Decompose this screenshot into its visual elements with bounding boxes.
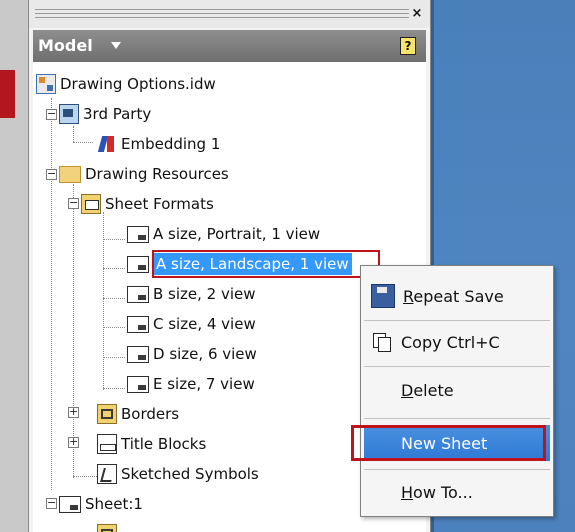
sheet-format-icon (127, 375, 149, 393)
tree-connector (103, 327, 125, 328)
tree-node-label: Borders (121, 405, 180, 423)
menu-item-repeat-save[interactable]: Repeat Save (364, 278, 550, 314)
help-icon[interactable]: ? (400, 37, 416, 55)
chevron-down-icon[interactable] (111, 42, 121, 49)
tree-node-sheet[interactable]: Sheet:1 (59, 490, 143, 518)
menu-item-delete[interactable]: Delete (364, 372, 550, 408)
menu-highlight-outline (351, 425, 546, 461)
grip-line (35, 13, 409, 14)
red-marker (0, 70, 15, 118)
tree-node-label: Drawing Resources (85, 165, 229, 183)
menu-label-rest: elete (413, 380, 454, 400)
tree-connector (103, 239, 125, 240)
tree-node-sheet-formats[interactable]: Sheet Formats (81, 190, 214, 218)
expand-toggle[interactable]: + (68, 406, 79, 418)
tree-node-label: E size, 7 view (153, 375, 255, 393)
sketched-symbol-icon (97, 464, 117, 484)
tree-node-label: A size, Portrait, 1 view (153, 225, 321, 243)
sheet-formats-icon (81, 194, 101, 214)
browser-title[interactable]: Model (38, 36, 93, 55)
grip-line (35, 17, 409, 18)
tree-node-sheet-format[interactable]: B size, 2 view (127, 280, 256, 308)
tree-node-label: Sketched Symbols (121, 465, 259, 483)
menu-separator (364, 320, 550, 321)
context-menu: Repeat Save Copy Ctrl+C Delete New Sheet… (351, 265, 554, 517)
tree-connector (103, 268, 125, 269)
menu-item-copy[interactable]: Copy Ctrl+C (364, 324, 550, 360)
menu-separator (364, 366, 550, 367)
sheet-child-icon (97, 524, 117, 532)
tree-node-partial[interactable] (97, 520, 117, 532)
collapse-toggle[interactable]: − (46, 168, 57, 180)
menu-mnemonic: R (403, 286, 414, 306)
collapse-toggle[interactable]: − (46, 108, 57, 120)
menu-separator (364, 469, 550, 470)
drawing-document-icon (36, 74, 56, 94)
tree-node-drawing-resources[interactable]: Drawing Resources (59, 160, 229, 188)
tree-node-root[interactable]: Drawing Options.idw (36, 70, 216, 98)
menu-label-rest: ow To... (413, 482, 473, 502)
tree-node-label: Sheet Formats (105, 195, 214, 213)
save-icon (371, 284, 395, 308)
tree-node-sheet-format[interactable]: D size, 6 view (127, 340, 257, 368)
blank-icon (371, 481, 393, 503)
panel-grip[interactable]: × (29, 0, 430, 28)
tree-connector (103, 388, 125, 389)
tree-connector (73, 142, 93, 143)
menu-separator (364, 418, 550, 419)
tree-connector (51, 98, 52, 490)
tree-node-sheet-format[interactable]: E size, 7 view (127, 370, 255, 398)
close-icon[interactable]: × (409, 6, 425, 22)
tree-node-label: 3rd Party (83, 105, 152, 123)
borders-icon (97, 404, 117, 424)
tree-node-label: Sheet:1 (85, 495, 143, 513)
tree-node-label: Embedding 1 (121, 135, 221, 153)
copy-icon (371, 331, 393, 353)
tree-connector (103, 298, 125, 299)
expand-toggle[interactable]: + (68, 436, 79, 448)
tree-node-sheet-format[interactable]: A size, Portrait, 1 view (127, 220, 320, 248)
tree-node-embedding[interactable]: Embedding 1 (97, 130, 220, 158)
menu-item-how-to[interactable]: How To... (364, 474, 550, 510)
selection-highlight-outline (152, 250, 380, 278)
sheet-icon (59, 495, 81, 513)
tree-node-label: Title Blocks (121, 435, 207, 453)
tree-node-3rd-party[interactable]: 3rd Party (59, 100, 151, 128)
tree-node-label: C size, 4 view (153, 315, 256, 333)
tree-node-sketched-symbols[interactable]: Sketched Symbols (97, 460, 259, 488)
menu-item-label: Repeat Save (403, 287, 504, 306)
collapse-toggle[interactable]: − (46, 497, 57, 509)
tree-node-sheet-format[interactable]: C size, 4 view (127, 310, 256, 338)
menu-label-rest: epeat Save (413, 286, 504, 306)
menu-item-label: Copy Ctrl+C (401, 332, 500, 352)
menu-item-label: How To... (401, 483, 473, 502)
tree-connector (73, 476, 97, 477)
menu-mnemonic: H (401, 482, 414, 502)
tree-connector (103, 357, 125, 358)
sheet-format-icon (127, 255, 149, 273)
grip-line (35, 9, 409, 10)
sheet-format-icon (127, 345, 149, 363)
tree-node-label: B size, 2 view (153, 285, 256, 303)
collapse-toggle[interactable]: − (68, 197, 79, 209)
tree-connector (73, 126, 74, 142)
embedding-icon (97, 134, 117, 154)
browser-header: Model ? (33, 30, 426, 62)
blank-icon (371, 379, 393, 401)
title-block-icon (97, 434, 117, 454)
tree-node-borders[interactable]: Borders (97, 400, 179, 428)
tree-node-label: D size, 6 view (153, 345, 257, 363)
menu-item-label: Delete (401, 381, 454, 400)
tree-connector (73, 184, 74, 478)
sheet-format-icon (127, 285, 149, 303)
third-party-icon (59, 104, 79, 124)
folder-icon (59, 165, 81, 183)
tree-node-title-blocks[interactable]: Title Blocks (97, 430, 206, 458)
menu-mnemonic: D (401, 380, 414, 400)
sheet-format-icon (127, 315, 149, 333)
sheet-format-icon (127, 225, 149, 243)
tree-node-label: Drawing Options.idw (60, 75, 216, 93)
